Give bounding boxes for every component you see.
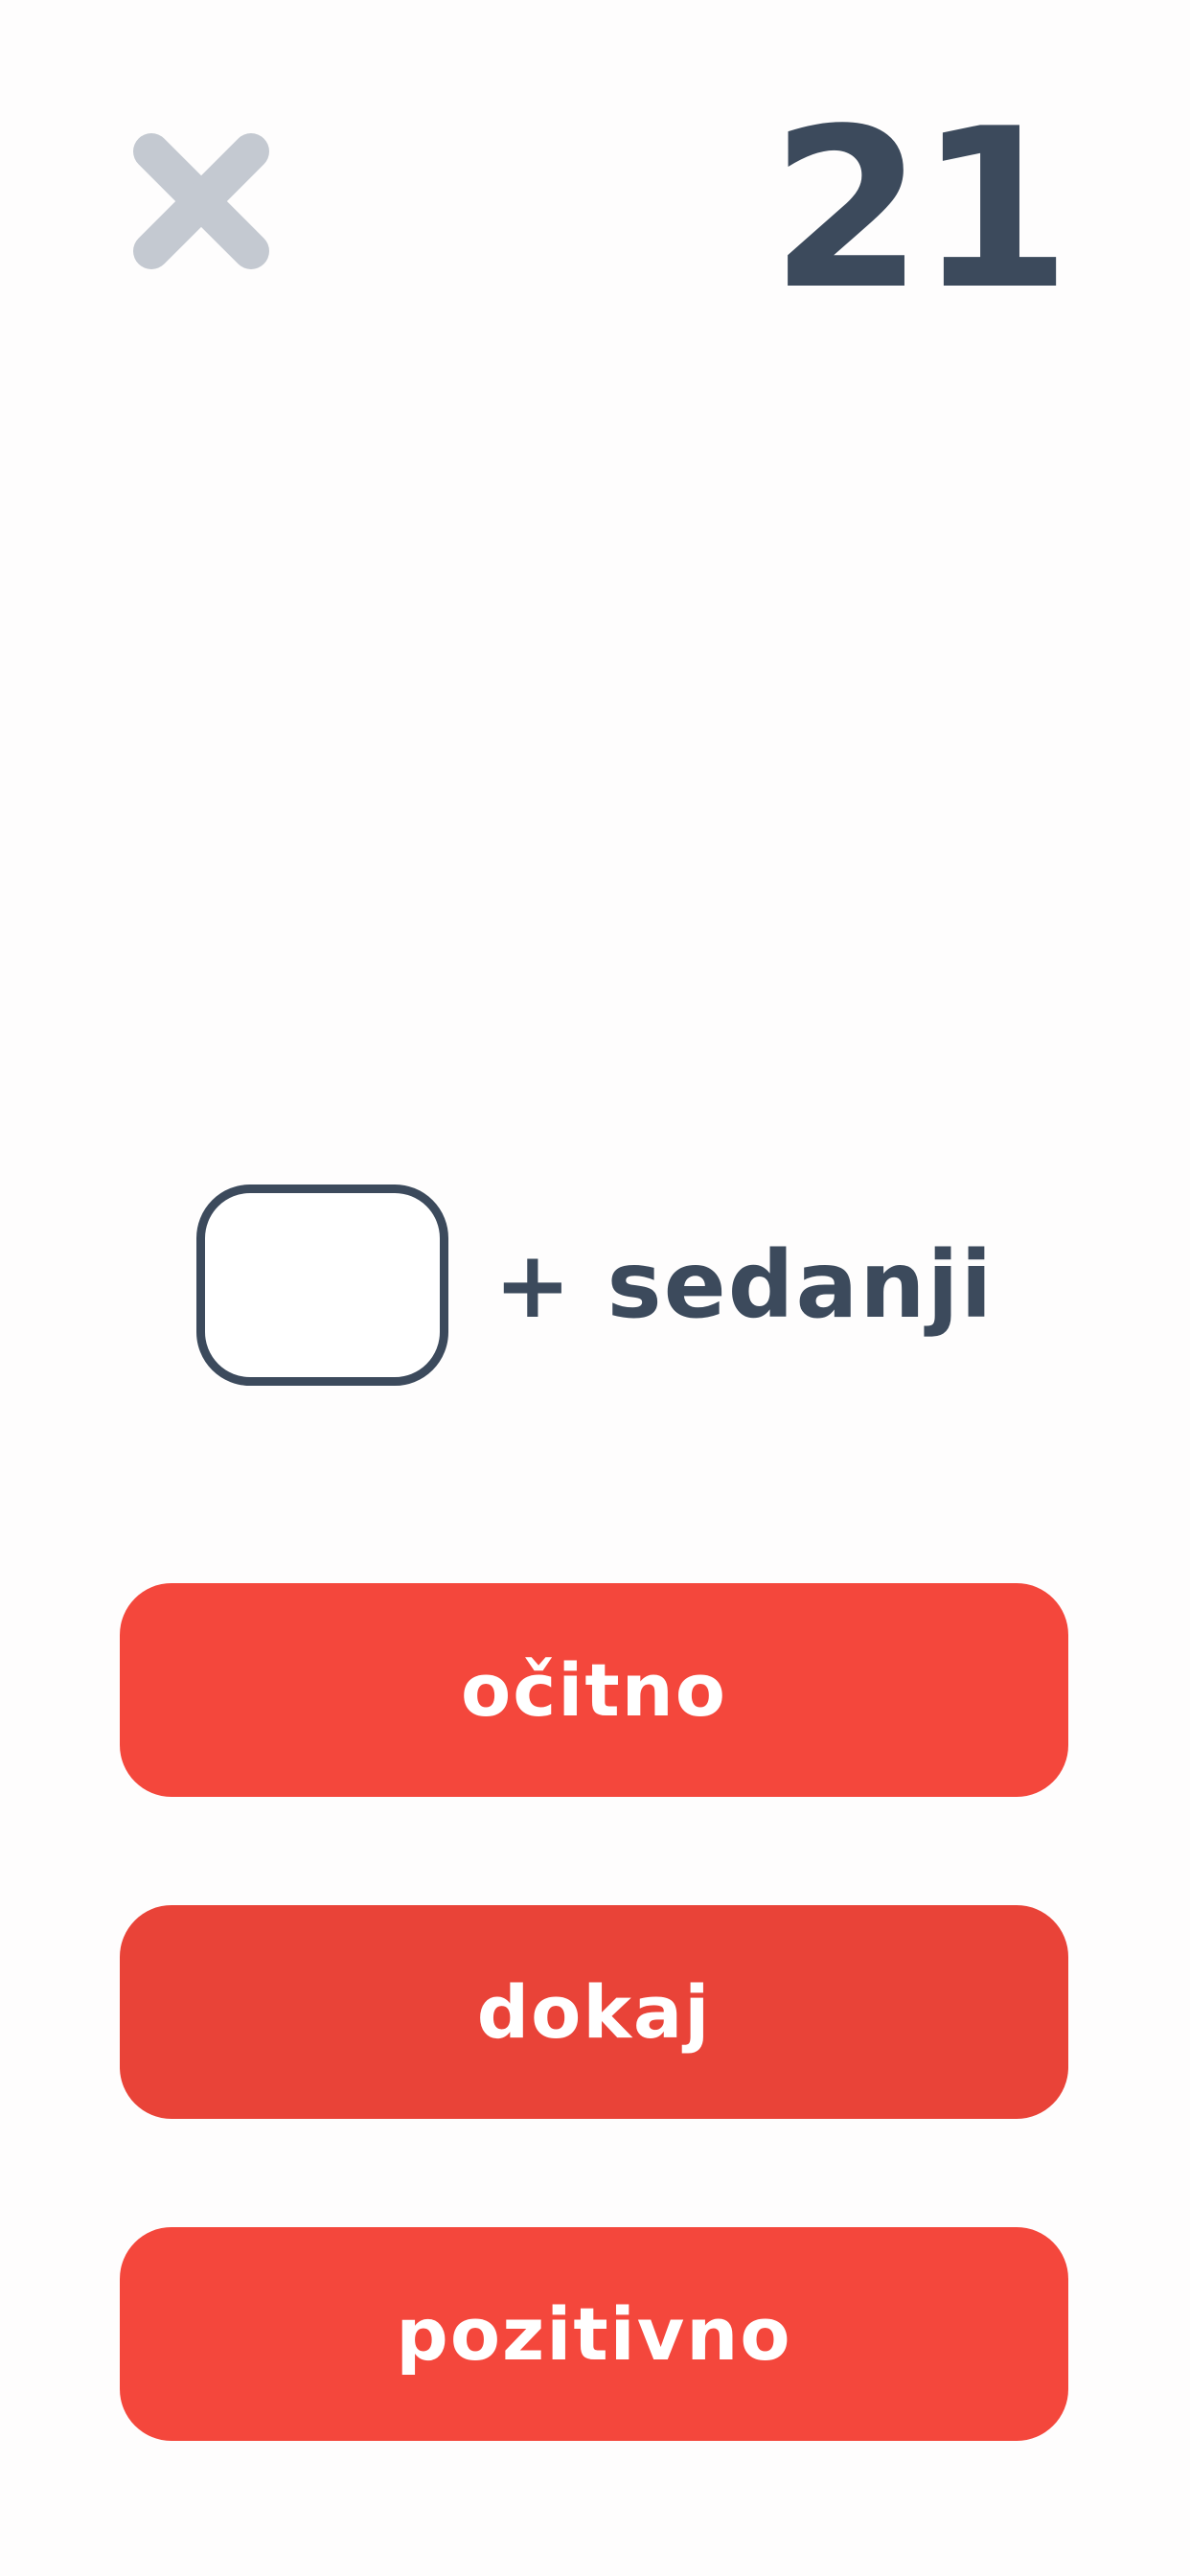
question-prompt: + sedanji xyxy=(0,1179,1190,1392)
prompt-suffix: + sedanji xyxy=(493,1231,995,1339)
close-x-icon xyxy=(133,133,269,269)
answer-blank xyxy=(195,1184,448,1386)
answer-button-pozitivno[interactable]: pozitivno xyxy=(120,2227,1068,2441)
close-button[interactable] xyxy=(125,125,278,278)
score-counter: 21 xyxy=(769,82,1071,338)
answer-button-ocitno[interactable]: očitno xyxy=(120,1583,1068,1797)
answer-button-dokaj[interactable]: dokaj xyxy=(120,1905,1068,2119)
